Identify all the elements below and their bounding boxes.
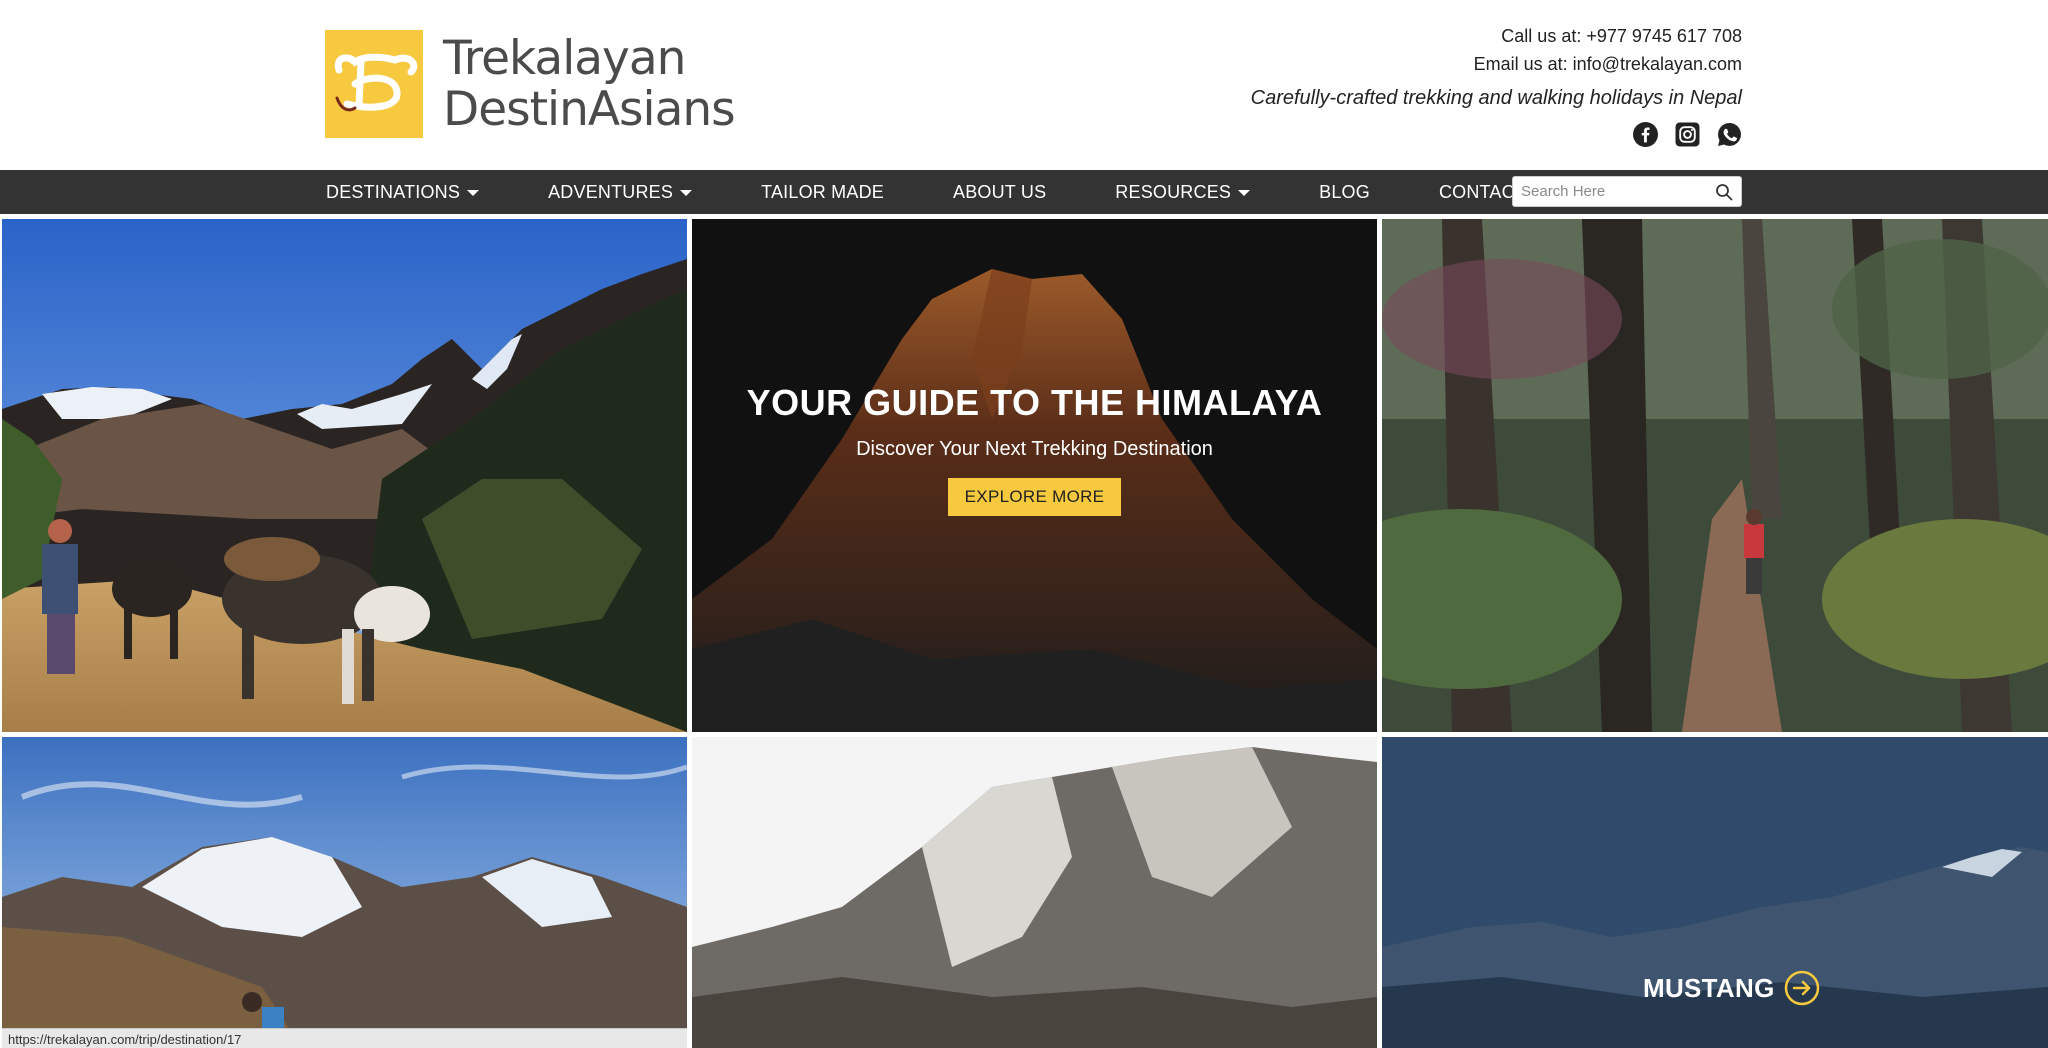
forest-trail-photo	[1382, 219, 2048, 732]
social-links	[1251, 122, 1742, 147]
instagram-icon[interactable]	[1675, 122, 1700, 147]
hero-title: YOUR GUIDE TO THE HIMALAYA	[746, 381, 1323, 423]
main-nav: DESTINATIONS ADVENTURES TAILOR MADE ABOU…	[0, 170, 2048, 214]
tile-rocky-peak[interactable]	[692, 737, 1377, 1048]
logo-line-2: DestinAsians	[443, 82, 736, 137]
tagline: Carefully-crafted trekking and walking h…	[1250, 87, 1742, 109]
logo-mark-icon	[325, 30, 423, 138]
nav-item-blog[interactable]: BLOG	[1319, 182, 1370, 203]
whatsapp-icon[interactable]	[1717, 122, 1742, 147]
phone-text: Call us at: +977 9745 617 708	[1501, 26, 1742, 46]
caret-down-icon	[1238, 189, 1251, 196]
site-logo[interactable]: Trekalayan DestinAsians	[325, 28, 736, 140]
site-header: Trekalayan DestinAsians Call us at: +977…	[0, 0, 2048, 170]
nav-label: RESOURCES	[1115, 181, 1232, 202]
tile-forest-trail[interactable]	[1382, 219, 2048, 732]
nav-label: BLOG	[1319, 181, 1370, 202]
rocky-peak-photo	[692, 737, 1377, 1048]
contact-block: Call us at: +977 9745 617 708 Email us a…	[1251, 22, 1742, 147]
nav-item-destinations[interactable]: DESTINATIONS	[326, 181, 480, 203]
nav-item-resources[interactable]: RESOURCES	[1115, 181, 1251, 203]
nav-label: ADVENTURES	[548, 181, 674, 202]
yaks-trail-photo	[2, 219, 687, 732]
arrow-right-circle-icon	[1784, 970, 1819, 1006]
caret-down-icon	[467, 189, 480, 196]
email-text: Email us at: info@trekalayan.com	[1473, 54, 1742, 74]
nav-item-about-us[interactable]: ABOUT US	[953, 182, 1046, 203]
nav-item-tailor-made[interactable]: TAILOR MADE	[761, 182, 884, 203]
status-bar-url: https://trekalayan.com/trip/destination/…	[2, 1028, 687, 1048]
search-button[interactable]	[1709, 177, 1739, 206]
nav-label: DESTINATIONS	[326, 181, 461, 202]
mustang-label: MUSTANG	[1643, 972, 1775, 1003]
search-input[interactable]	[1513, 177, 1709, 206]
nav-item-adventures[interactable]: ADVENTURES	[548, 181, 693, 203]
snowy-mountain-photo	[2, 737, 687, 1048]
caret-down-icon	[680, 189, 693, 196]
hero-subtitle: Discover Your Next Trekking Destination	[856, 437, 1213, 460]
hero-banner: YOUR GUIDE TO THE HIMALAYA Discover Your…	[692, 219, 1377, 732]
tile-annapurna[interactable]: https://trekalayan.com/trip/destination/…	[2, 737, 687, 1048]
logo-line-1: Trekalayan	[443, 31, 686, 86]
nav-label: ABOUT US	[953, 181, 1047, 202]
mustang-link[interactable]: MUSTANG	[1643, 969, 1821, 1007]
search-box	[1512, 176, 1742, 207]
nav-label: TAILOR MADE	[761, 181, 884, 202]
facebook-icon[interactable]	[1633, 122, 1658, 147]
tile-yaks-everest[interactable]	[2, 219, 687, 732]
search-icon	[1716, 183, 1733, 200]
tile-mustang[interactable]: MUSTANG	[1382, 737, 2048, 1048]
explore-more-button[interactable]: EXPLORE MORE	[947, 477, 1122, 516]
